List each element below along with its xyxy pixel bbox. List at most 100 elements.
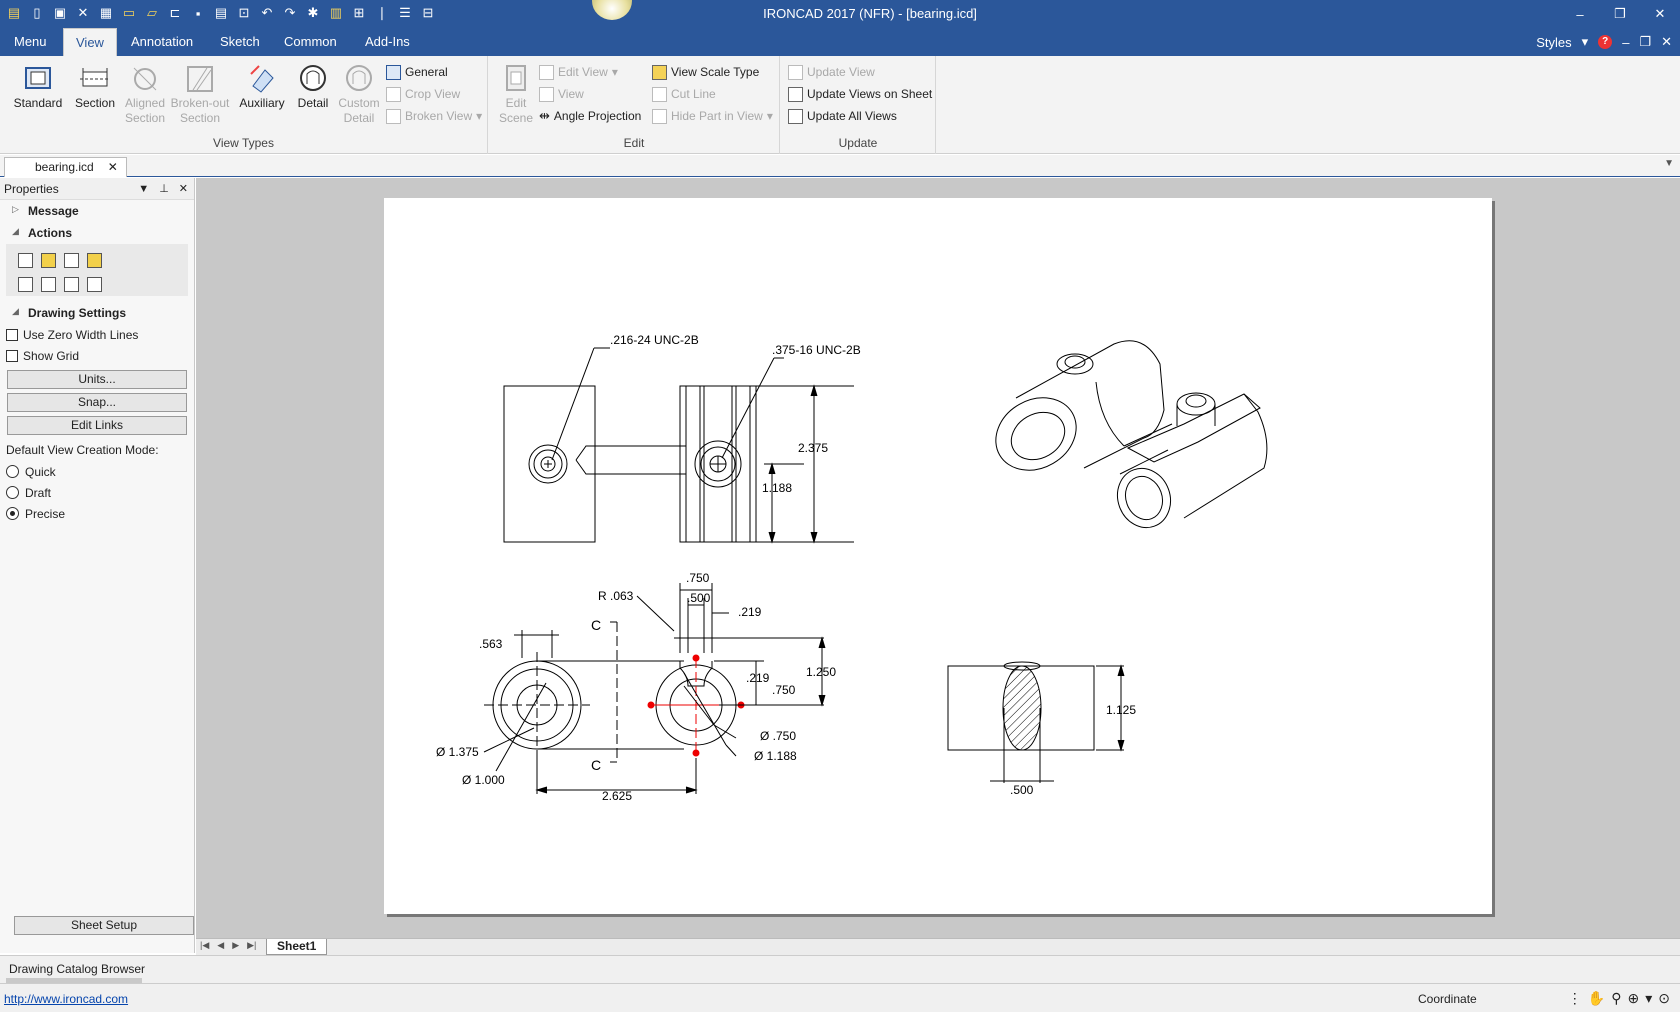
dimension-2375[interactable]: 2.375 (798, 441, 828, 455)
cut-line-button[interactable]: Cut Line (652, 84, 716, 104)
custom-detail-button[interactable]: Custom Detail (331, 62, 387, 126)
hide-part-in-view-button[interactable]: Hide Part in View ▾ (652, 106, 773, 126)
panel-close-icon[interactable]: ✕ (179, 178, 188, 200)
minimize-icon[interactable]: – (1560, 0, 1600, 28)
catalog-label[interactable]: Drawing Catalog Browser (9, 962, 145, 976)
next-sheet-icon[interactable]: ▶ (232, 940, 239, 951)
help-icon[interactable]: ? (1598, 35, 1613, 49)
mdi-close-icon[interactable]: ✕ (1661, 34, 1672, 50)
chevron-down-icon[interactable]: ▾ (1645, 990, 1652, 1007)
view-button[interactable]: View (539, 84, 584, 104)
prev-sheet-icon[interactable]: ◀ (217, 940, 224, 951)
dimension-1188[interactable]: 1.188 (762, 481, 792, 495)
drawing-canvas[interactable]: .216-24 UNC-2B .375-16 UNC-2B 2.375 1.18… (196, 178, 1680, 938)
tab-menu[interactable]: Menu (2, 28, 59, 56)
update-all-views-button[interactable]: Update All Views (788, 106, 897, 126)
properties-header: Properties ▼ ⊥ ✕ (0, 178, 194, 200)
isometric-view[interactable] (983, 340, 1268, 535)
section-label-c-bottom[interactable]: C (591, 757, 601, 773)
zoom-icon[interactable]: ⚲ (1611, 990, 1621, 1007)
units-button[interactable]: Units... (7, 370, 187, 389)
grip-icon[interactable]: ⋮ (1568, 990, 1582, 1007)
general-button[interactable]: General (386, 62, 448, 82)
mode-draft-radio[interactable]: Draft (0, 482, 194, 503)
tab-view[interactable]: View (63, 28, 117, 56)
mode-precise-radio[interactable]: Precise (0, 503, 194, 524)
tab-common[interactable]: Common (272, 28, 349, 56)
edit-links-button[interactable]: Edit Links (7, 416, 187, 435)
last-sheet-icon[interactable]: ▶| (247, 940, 256, 951)
frame-icon[interactable] (18, 276, 33, 292)
actions-section[interactable]: ◢ Actions (0, 222, 194, 244)
folder-icon[interactable] (87, 252, 102, 268)
diameter-1375[interactable]: Ø 1.375 (436, 745, 479, 759)
auxiliary-button[interactable]: Auxiliary (234, 62, 290, 111)
document-tab[interactable]: bearing.icd ✕ (4, 157, 127, 177)
dimension-500-section[interactable]: .500 (1010, 783, 1034, 797)
angle-projection-button[interactable]: ⇹ Angle Projection (539, 106, 641, 126)
edit-view-button[interactable]: Edit View ▾ (539, 62, 618, 82)
diameter-1000[interactable]: Ø 1.000 (462, 773, 505, 787)
dimension-750-mid[interactable]: .750 (772, 683, 796, 697)
tree-icon[interactable] (64, 276, 79, 292)
broken-out-section-button[interactable]: Broken-out Section (168, 62, 232, 126)
dimension-1250[interactable]: 1.250 (806, 665, 836, 679)
tab-sketch[interactable]: Sketch (208, 28, 272, 56)
chevron-down-icon: ▾ (611, 65, 618, 79)
message-section[interactable]: ▷ Message (0, 200, 194, 222)
zoom-window-icon[interactable]: ⊕ (1628, 990, 1640, 1007)
drawing-sheet[interactable]: .216-24 UNC-2B .375-16 UNC-2B 2.375 1.18… (384, 198, 1492, 914)
tab-add-ins[interactable]: Add-Ins (353, 28, 422, 56)
pan-icon[interactable]: ✋ (1588, 990, 1605, 1007)
crop-view-button[interactable]: Crop View (386, 84, 460, 104)
close-tab-icon[interactable]: ✕ (108, 160, 118, 174)
view-scale-type-button[interactable]: View Scale Type (652, 62, 759, 82)
mode-quick-radio[interactable]: Quick (0, 461, 194, 482)
dimension-2625[interactable]: 2.625 (602, 789, 632, 803)
user-icon[interactable] (64, 252, 79, 268)
drawing-settings-section[interactable]: ◢ Drawing Settings (0, 302, 194, 324)
dimension-563[interactable]: .563 (479, 637, 503, 651)
dimension-1125[interactable]: 1.125 (1106, 703, 1136, 717)
panel-menu-icon[interactable]: ▼ (138, 178, 149, 200)
dimension-r063[interactable]: R .063 (598, 589, 634, 603)
mdi-restore-icon[interactable]: ❐ (1639, 34, 1651, 50)
first-sheet-icon[interactable]: |◀ (200, 940, 209, 951)
section-button[interactable]: Section (67, 62, 123, 111)
show-grid-checkbox[interactable]: Show Grid (0, 345, 194, 366)
sheet-tab[interactable]: Sheet1 (266, 939, 328, 955)
thread-callout-2[interactable]: .375-16 UNC-2B (772, 343, 861, 357)
table-icon[interactable] (18, 252, 33, 268)
sheet-setup-button[interactable]: Sheet Setup (14, 916, 194, 935)
dimension-750-top[interactable]: .750 (686, 571, 710, 585)
dimension-500-top[interactable]: .500 (687, 591, 711, 605)
update-views-on-sheet-button[interactable]: Update Views on Sheet (788, 84, 932, 104)
use-zero-width-lines-checkbox[interactable]: Use Zero Width Lines (0, 324, 194, 345)
standard-button[interactable]: Standard (10, 62, 66, 111)
styles-menu[interactable]: Styles (1536, 35, 1571, 50)
section-view[interactable] (947, 661, 1125, 783)
note-icon[interactable] (41, 252, 56, 268)
box-icon[interactable] (41, 276, 56, 292)
snap-button[interactable]: Snap... (7, 393, 187, 412)
close-icon[interactable]: ✕ (1640, 0, 1680, 28)
update-view-button[interactable]: Update View (788, 62, 875, 82)
broken-view-button[interactable]: Broken View ▾ (386, 106, 482, 126)
diameter-750[interactable]: Ø .750 (760, 729, 796, 743)
restore-icon[interactable]: ❐ (1600, 0, 1640, 28)
website-link[interactable]: http://www.ironcad.com (4, 992, 128, 1006)
thread-callout-1[interactable]: .216-24 UNC-2B (610, 333, 699, 347)
zoom-fit-icon[interactable]: ⊙ (1658, 990, 1670, 1007)
tab-annotation[interactable]: Annotation (119, 28, 205, 56)
edit-scene-button[interactable]: Edit Scene (495, 62, 537, 126)
tab-list-chevron-icon[interactable]: ▼ (1664, 158, 1674, 169)
pin-icon[interactable]: ⊥ (159, 178, 169, 200)
aligned-section-button[interactable]: Aligned Section (116, 62, 174, 126)
section-label-c-top[interactable]: C (591, 617, 601, 633)
grid-icon[interactable] (87, 276, 102, 292)
dimension-219-mid[interactable]: .219 (746, 671, 770, 685)
diameter-1188[interactable]: Ø 1.188 (754, 749, 797, 763)
mdi-minimize-icon[interactable]: – (1622, 35, 1629, 50)
chevron-down-icon[interactable]: ▾ (1582, 34, 1589, 50)
dimension-219-top[interactable]: .219 (738, 605, 762, 619)
